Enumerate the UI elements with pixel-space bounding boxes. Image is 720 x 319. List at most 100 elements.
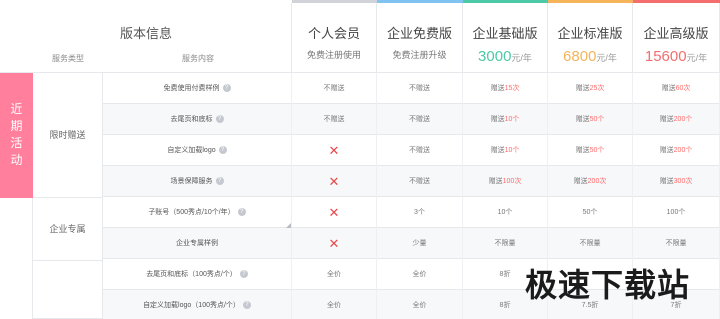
cell-value: 不赠送 [323, 116, 345, 123]
plan-cell: 全价 [292, 259, 377, 290]
plan-cell: 少量 [377, 228, 463, 259]
gift-unit: 个 [685, 147, 693, 154]
plan-cell: 10个 [463, 197, 548, 228]
gift-prefix: 赠送 [490, 116, 505, 123]
plan-price: 6800元/年 [548, 48, 632, 65]
table-row: 企业专属样例 ✕ 少量 不限量 不限量 不限量 [103, 228, 720, 259]
help-icon[interactable]: ? [218, 146, 227, 155]
table-row: 免费使用付费样例? 不赠送 不赠送 赠送15次 赠送25次 赠送60次 [103, 73, 720, 104]
feature-label: 去尾页和底标 [170, 116, 213, 123]
cell-value: 全价 [412, 302, 427, 309]
cell-value: 不限量 [665, 240, 687, 247]
price-value: 15600 [644, 48, 687, 65]
plan-cell: 全价 [377, 259, 463, 290]
gift-count: 200 [587, 178, 600, 185]
plan-cell: 不赠送 [377, 104, 463, 135]
feature-name: 子账号（500秀点/10个/年）? [103, 197, 292, 228]
gift-unit: 个 [597, 147, 605, 154]
plan-cell: 不赠送 [292, 104, 377, 135]
table-row: 自定义加载logo? ✕ 不赠送 赠送10个 赠送50个 赠送200个 [103, 135, 720, 166]
gift-prefix: 赠送 [488, 178, 503, 185]
plan-cell: 3个 [377, 197, 463, 228]
cell-value: 全价 [327, 302, 341, 309]
help-icon[interactable]: ? [239, 270, 248, 279]
not-available-icon: ✕ [328, 174, 340, 189]
feature-label: 免费使用付费样例 [163, 85, 220, 92]
price-unit: 元/年 [596, 53, 617, 63]
plan-cell: 100个 [633, 197, 720, 228]
plan-header-standard: 企业标准版 6800元/年 [548, 3, 633, 73]
plan-subtitle: 免费注册升级 [392, 50, 447, 60]
feature-name: 免费使用付费样例? [103, 73, 292, 104]
plan-cell: 赠送100次 [463, 166, 548, 197]
recent-activity-band: 近期活动 [0, 73, 33, 198]
plan-cell: 赠送10个 [463, 104, 548, 135]
table-row: 子账号（500秀点/10个/年）? ✕ 3个 10个 50个 100个 [103, 197, 720, 228]
pricing-table: 版本信息 服务类型 服务内容 个人会员 免费注册使用 企业免费版 免费注册升级 … [0, 0, 720, 319]
service-type-enterprise-exclusive: 企业专属 [33, 198, 103, 261]
gift-prefix: 赠送 [490, 147, 505, 154]
gift-unit: 个 [512, 116, 520, 123]
plan-cell: 赠送25次 [548, 73, 633, 104]
plan-cell: 全价 [292, 290, 377, 319]
cell-value: 全价 [412, 271, 427, 278]
price-value: 6800 [563, 48, 597, 65]
plan-cell: 赠送200个 [633, 104, 720, 135]
plan-cell: 赠送10个 [463, 135, 548, 166]
plan-cell: 赠送200次 [548, 166, 633, 197]
gift-unit: 次 [512, 85, 520, 92]
gift-prefix: 赠送 [659, 178, 674, 185]
help-icon[interactable]: ? [242, 301, 251, 310]
help-icon[interactable]: ? [237, 208, 246, 217]
plan-subtitle: 免费注册使用 [306, 50, 361, 60]
plan-cell: 不限量 [463, 228, 548, 259]
gift-unit: 次 [685, 178, 693, 185]
left-column-blank [0, 198, 33, 319]
plan-price: 15600元/年 [633, 48, 719, 65]
gift-prefix: 赠送 [573, 178, 588, 185]
plan-cell: 不限量 [548, 228, 633, 259]
service-type-blank [33, 261, 103, 319]
plan-cell: 赠送300次 [633, 166, 720, 197]
activity-char: 近 [10, 102, 23, 116]
plan-cell: 50个 [548, 197, 633, 228]
cell-value: 全价 [327, 271, 341, 278]
price-unit: 元/年 [686, 53, 708, 63]
recent-activity-label: 近期活动 [0, 101, 33, 169]
service-type-limited-gift: 限时赠送 [33, 73, 103, 198]
plan-cell: 赠送50个 [548, 104, 633, 135]
plan-header-free: 企业免费版 免费注册升级 [377, 3, 463, 73]
not-available-icon: ✕ [328, 205, 340, 220]
cell-value: 不赠送 [323, 85, 345, 92]
gift-prefix: 赠送 [575, 116, 590, 123]
feature-name: 企业专属样例 [103, 228, 292, 259]
price-value: 3000 [478, 48, 512, 65]
feature-name: 自定义加载logo（100秀点/个）? [103, 290, 292, 319]
feature-name: 去尾页和底标? [103, 104, 292, 135]
plan-cell: ✕ [292, 135, 377, 166]
feature-label: 去尾页和底标（100秀点/个） [146, 271, 237, 278]
gift-prefix: 赠送 [659, 147, 674, 154]
table-row: 场景保障服务? ✕ 不赠送 赠送100次 赠送200次 赠送300次 [103, 166, 720, 197]
cell-value: 50个 [582, 209, 598, 216]
plan-name: 企业高级版 [643, 26, 709, 41]
plan-cell: 赠送15次 [463, 73, 548, 104]
cell-value: 不赠送 [409, 116, 430, 123]
gift-prefix: 赠送 [490, 85, 505, 92]
plan-cell: 不限量 [633, 228, 720, 259]
table-row: 去尾页和底标? 不赠送 不赠送 赠送10个 赠送50个 赠送200个 [103, 104, 720, 135]
activity-char: 活 [10, 136, 23, 150]
help-icon[interactable]: ? [222, 84, 231, 93]
plan-header-personal: 个人会员 免费注册使用 [292, 3, 377, 73]
gift-count: 200 [673, 147, 686, 154]
feature-label: 场景保障服务 [170, 178, 213, 185]
help-icon[interactable]: ? [215, 115, 224, 124]
feature-label: 自定义加载logo [167, 147, 216, 154]
help-icon[interactable]: ? [215, 177, 224, 186]
cell-value: 8折 [499, 271, 511, 278]
feature-label: 企业专属样例 [176, 240, 218, 247]
feature-name: 场景保障服务? [103, 166, 292, 197]
gift-prefix: 赠送 [575, 85, 590, 92]
plan-name: 个人会员 [307, 26, 360, 41]
gift-unit: 个 [512, 147, 520, 154]
